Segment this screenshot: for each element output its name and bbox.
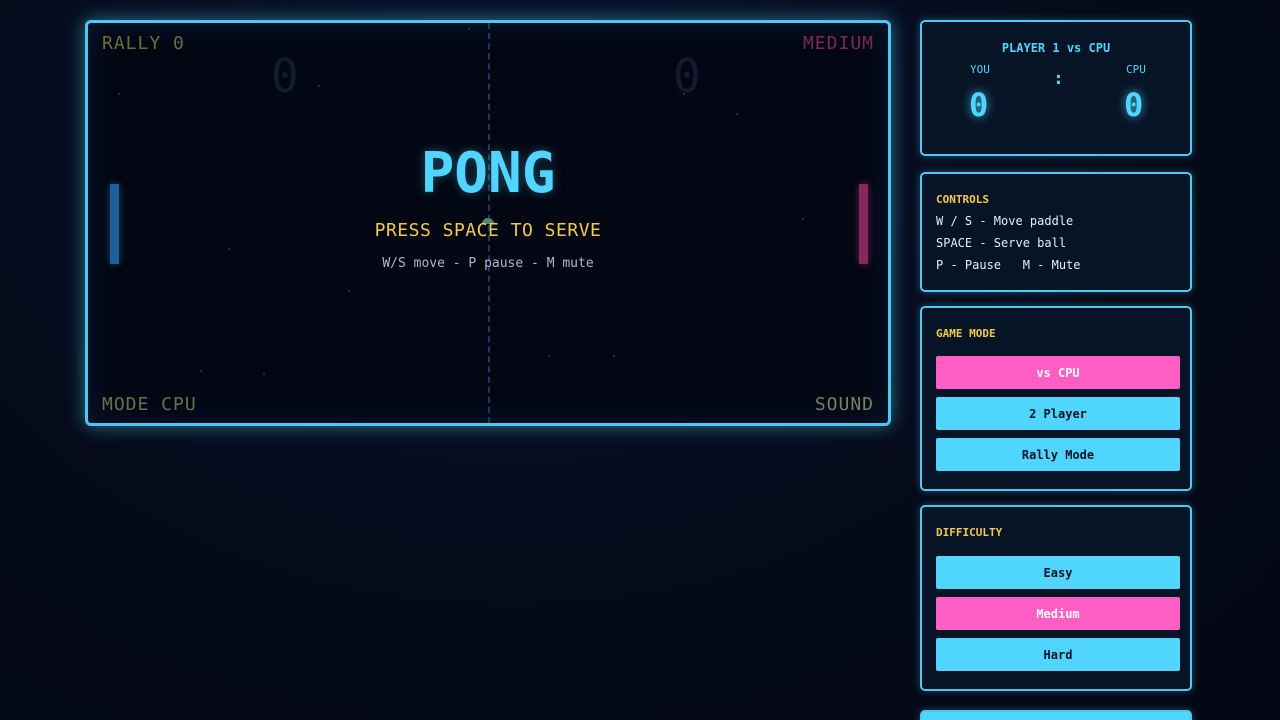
you-label: YOU xyxy=(970,63,990,76)
left-score: 0 xyxy=(271,49,299,103)
mode-2-player-button[interactable]: 2 Player xyxy=(936,397,1180,430)
star xyxy=(348,290,350,292)
star xyxy=(118,93,120,95)
mode-vs-cpu-button[interactable]: vs CPU xyxy=(936,356,1180,389)
star xyxy=(548,355,550,357)
controls-heading: CONTROLS xyxy=(936,193,989,206)
score-separator: : xyxy=(1053,68,1064,89)
star xyxy=(613,355,615,357)
game-title: PONG xyxy=(420,141,556,206)
controls-panel: CONTROLS W / S - Move paddle SPACE - Ser… xyxy=(920,172,1192,292)
star xyxy=(468,28,470,30)
you-score: 0 xyxy=(969,86,989,124)
scoreboard-title: PLAYER 1 vs CPU xyxy=(1001,41,1111,55)
star xyxy=(200,370,202,372)
difficulty-medium-button[interactable]: Medium xyxy=(936,597,1180,630)
star xyxy=(318,85,320,87)
star xyxy=(736,113,738,115)
control-line: W / S - Move paddle xyxy=(936,214,1074,228)
rally-counter: RALLY 0 xyxy=(102,33,185,54)
difficulty-heading: DIFFICULTY xyxy=(936,526,1003,539)
star xyxy=(228,248,230,250)
controls-hint: W/S move - P pause - M mute xyxy=(382,256,594,271)
serve-prompt: PRESS SPACE TO SERVE xyxy=(374,220,602,241)
difficulty-hard-button[interactable]: Hard xyxy=(936,638,1180,671)
control-line: SPACE - Serve ball xyxy=(936,236,1067,250)
difficulty-panel: DIFFICULTY Easy Medium Hard xyxy=(920,505,1192,691)
difficulty-indicator: MEDIUM xyxy=(802,33,874,54)
mode-rally-button[interactable]: Rally Mode xyxy=(936,438,1180,471)
extra-panel xyxy=(920,710,1192,720)
game-mode-panel: GAME MODE vs CPU 2 Player Rally Mode xyxy=(920,306,1192,491)
scoreboard-panel: PLAYER 1 vs CPU YOU CPU : 0 0 xyxy=(920,20,1192,156)
control-line: P - Pause M - Mute xyxy=(936,258,1081,272)
mode-indicator: MODE CPU xyxy=(102,394,197,415)
game-mode-heading: GAME MODE xyxy=(936,327,996,340)
right-score: 0 xyxy=(673,49,701,103)
cpu-label: CPU xyxy=(1126,63,1146,76)
difficulty-easy-button[interactable]: Easy xyxy=(936,556,1180,589)
sound-indicator[interactable]: SOUND xyxy=(815,394,874,415)
game-canvas[interactable]: RALLY 0 MEDIUM MODE CPU SOUND 0 0 PONG P… xyxy=(85,20,891,426)
cpu-score: 0 xyxy=(1124,86,1144,124)
star xyxy=(263,373,265,375)
